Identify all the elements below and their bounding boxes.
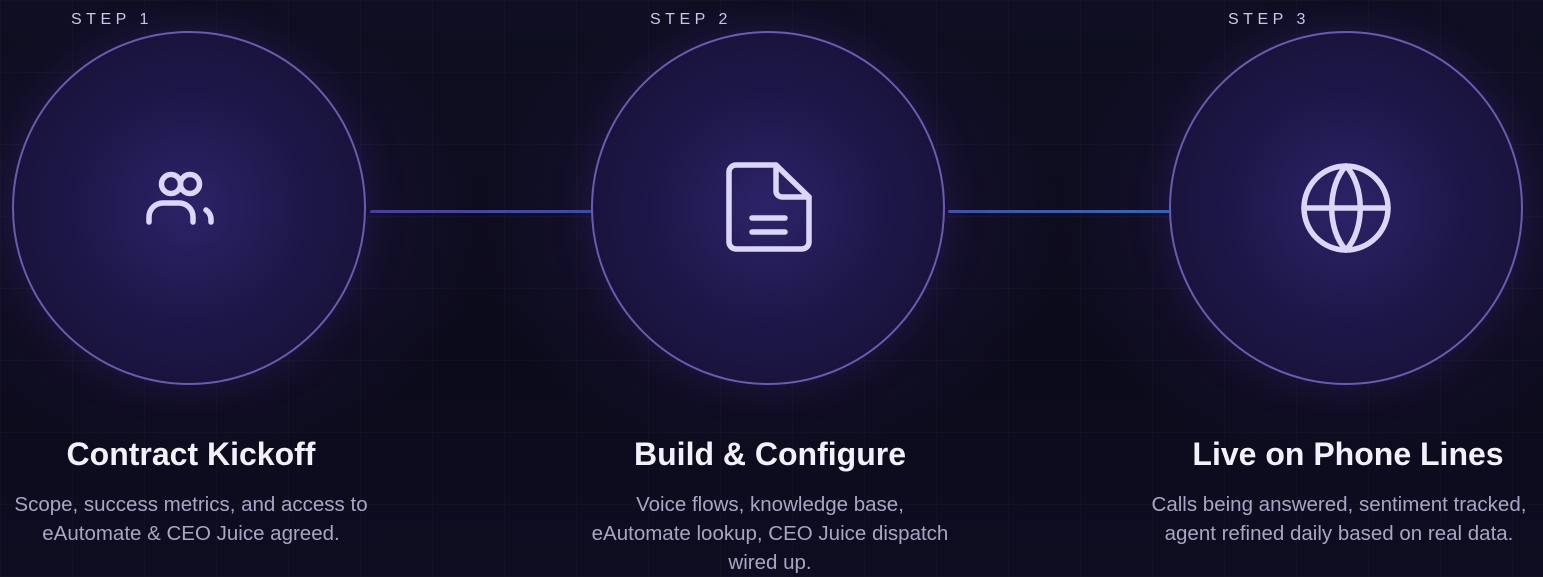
globe-icon [1301, 163, 1391, 253]
step-circle [12, 31, 366, 385]
step-card-2: STEP 2 Build & Configure Voice flows, kn… [550, 0, 990, 577]
users-icon [146, 171, 214, 225]
step-description: Voice flows, knowledge base, eAutomate l… [591, 493, 949, 574]
document-icon [726, 162, 812, 252]
step-circle [1169, 31, 1523, 385]
step-label: STEP 3 [1228, 11, 1310, 28]
step-description: Scope, success metrics, and access to eA… [14, 493, 368, 545]
step-title: Build & Configure [634, 436, 906, 472]
step-label: STEP 2 [650, 11, 732, 28]
step-title: Contract Kickoff [66, 436, 316, 472]
step-description: Calls being answered, sentiment tracked,… [1151, 493, 1527, 545]
step-circle [591, 31, 945, 385]
step-card-3: STEP 3 Live on Phone Lines Calls being a… [1128, 0, 1543, 577]
step-title: Live on Phone Lines [1192, 436, 1504, 472]
step-card-1: STEP 1 Contract Kickoff Scope, success m… [0, 0, 411, 577]
step-label: STEP 1 [71, 11, 153, 28]
